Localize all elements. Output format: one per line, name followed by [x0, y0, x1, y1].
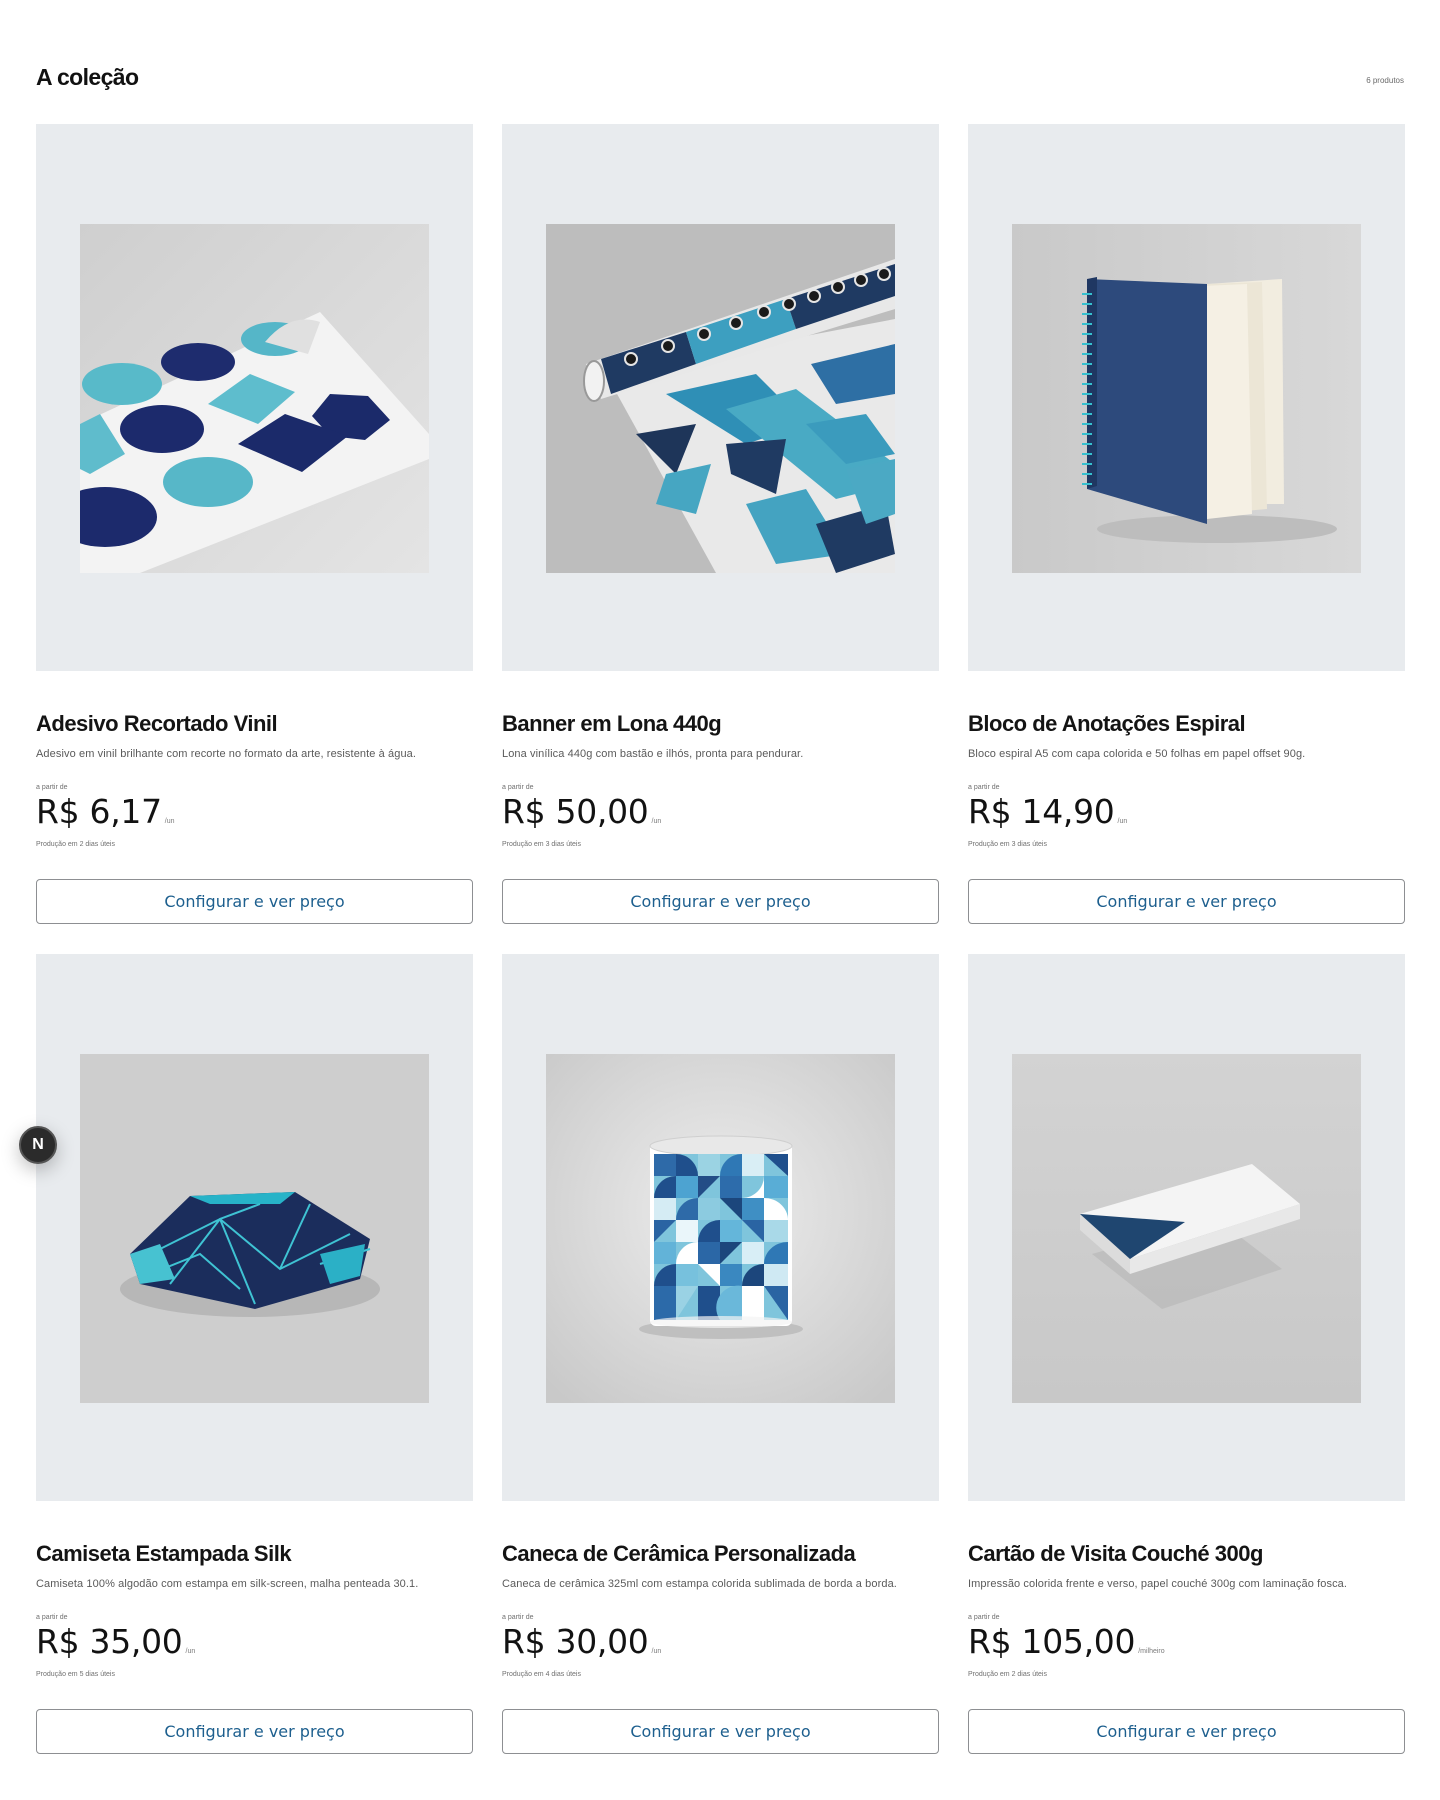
product-image-panel[interactable]	[502, 954, 939, 1501]
product-image-panel[interactable]	[968, 954, 1405, 1501]
product-photo-ceramic-mug	[546, 1054, 895, 1403]
product-price: R$ 14,90	[968, 792, 1115, 831]
price-from-label: a partir de	[502, 1614, 534, 1621]
product-image-panel[interactable]	[36, 124, 473, 671]
configure-price-button[interactable]: Configurar e ver preço	[36, 879, 473, 924]
price-row: R$ 6,17 /un	[36, 792, 175, 831]
product-description: Camiseta 100% algodão com estampa em sil…	[36, 1578, 419, 1590]
product-photo-spiral-notebook	[1012, 224, 1361, 573]
production-time: Produção em 5 dias úteis	[36, 1671, 115, 1678]
product-price: R$ 35,00	[36, 1622, 183, 1661]
price-row: R$ 105,00 /milheiro	[968, 1622, 1165, 1661]
price-from-label: a partir de	[36, 1614, 68, 1621]
product-name[interactable]: Bloco de Anotações Espiral	[968, 711, 1246, 737]
price-unit: /un	[185, 1648, 196, 1655]
product-card: Cartão de Visita Couché 300g Impressão c…	[968, 954, 1405, 1755]
product-grid: Adesivo Recortado Vinil Adesivo em vinil…	[36, 124, 1405, 1755]
product-name[interactable]: Cartão de Visita Couché 300g	[968, 1541, 1263, 1567]
product-card: Adesivo Recortado Vinil Adesivo em vinil…	[36, 124, 473, 925]
product-photo-folded-tshirt	[80, 1054, 429, 1403]
price-from-label: a partir de	[968, 784, 1000, 791]
product-name[interactable]: Banner em Lona 440g	[502, 711, 722, 737]
product-price: R$ 30,00	[502, 1622, 649, 1661]
configure-price-button[interactable]: Configurar e ver preço	[502, 1709, 939, 1754]
production-time: Produção em 2 dias úteis	[36, 841, 115, 848]
price-unit: /un	[1117, 818, 1128, 825]
price-row: R$ 35,00 /un	[36, 1622, 195, 1661]
price-unit: /un	[164, 818, 175, 825]
product-name[interactable]: Camiseta Estampada Silk	[36, 1541, 292, 1567]
configure-price-button[interactable]: Configurar e ver preço	[502, 879, 939, 924]
product-image-panel[interactable]	[968, 124, 1405, 671]
product-price: R$ 6,17	[36, 792, 162, 831]
product-card: Caneca de Cerâmica Personalizada Caneca …	[502, 954, 939, 1755]
product-description: Adesivo em vinil brilhante com recorte n…	[36, 748, 417, 760]
price-unit: /un	[651, 818, 662, 825]
product-photo-vinyl-stickers	[80, 224, 429, 573]
price-unit: /milheiro	[1138, 1648, 1165, 1655]
price-row: R$ 14,90 /un	[968, 792, 1127, 831]
product-count: 6 produtos	[1366, 76, 1404, 85]
configure-price-button[interactable]: Configurar e ver preço	[36, 1709, 473, 1754]
product-description: Bloco espiral A5 com capa colorida e 50 …	[968, 748, 1306, 760]
configure-price-button[interactable]: Configurar e ver preço	[968, 1709, 1405, 1754]
price-from-label: a partir de	[36, 784, 68, 791]
product-card: Camiseta Estampada Silk Camiseta 100% al…	[36, 954, 473, 1755]
product-price: R$ 50,00	[502, 792, 649, 831]
price-row: R$ 30,00 /un	[502, 1622, 661, 1661]
product-photo-rolled-banner	[546, 224, 895, 573]
price-row: R$ 50,00 /un	[502, 792, 661, 831]
price-from-label: a partir de	[502, 784, 534, 791]
price-unit: /un	[651, 1648, 662, 1655]
production-time: Produção em 3 dias úteis	[502, 841, 581, 848]
product-image-panel[interactable]	[502, 124, 939, 671]
collection-header: A coleção 6 produtos	[36, 62, 1404, 102]
price-from-label: a partir de	[968, 1614, 1000, 1621]
product-name[interactable]: Adesivo Recortado Vinil	[36, 711, 278, 737]
product-photo-business-cards	[1012, 1054, 1361, 1403]
production-time: Produção em 4 dias úteis	[502, 1671, 581, 1678]
product-description: Impressão colorida frente e verso, papel…	[968, 1578, 1348, 1590]
configure-price-button[interactable]: Configurar e ver preço	[968, 879, 1405, 924]
product-card: Bloco de Anotações Espiral Bloco espiral…	[968, 124, 1405, 925]
product-name[interactable]: Caneca de Cerâmica Personalizada	[502, 1541, 856, 1567]
product-description: Caneca de cerâmica 325ml com estampa col…	[502, 1578, 897, 1590]
collection-title: A coleção	[36, 64, 139, 90]
nextjs-icon[interactable]: N	[19, 1126, 57, 1164]
production-time: Produção em 3 dias úteis	[968, 841, 1047, 848]
product-image-panel[interactable]	[36, 954, 473, 1501]
product-description: Lona vinílica 440g com bastão e ilhós, p…	[502, 748, 804, 760]
product-card: Banner em Lona 440g Lona vinílica 440g c…	[502, 124, 939, 925]
production-time: Produção em 2 dias úteis	[968, 1671, 1047, 1678]
product-price: R$ 105,00	[968, 1622, 1136, 1661]
